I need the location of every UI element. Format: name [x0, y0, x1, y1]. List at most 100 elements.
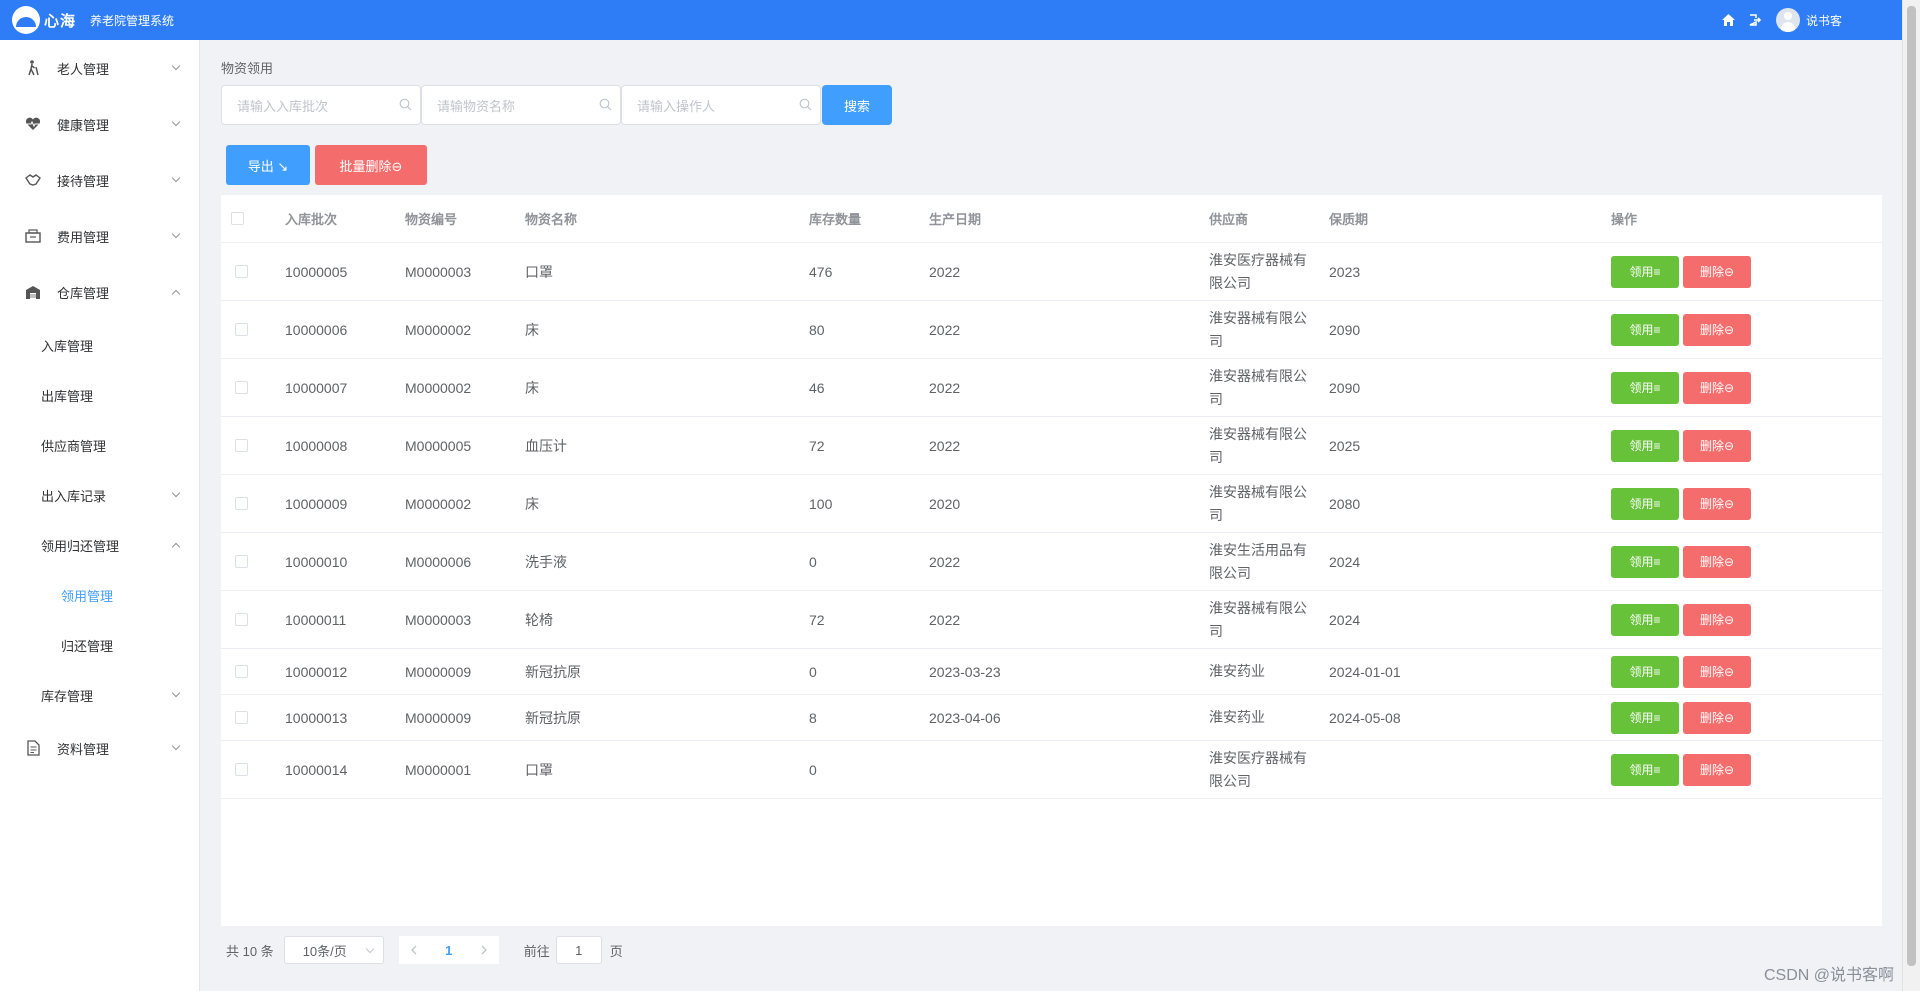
delete-button[interactable]: 删除⊖ — [1683, 255, 1751, 288]
row-checkbox[interactable] — [235, 475, 248, 532]
sidebar-item-borrow-return[interactable]: 领用归还管理 — [0, 520, 199, 570]
cell-supplier: 淮安器械有限公司 — [1209, 475, 1314, 532]
cell-name: 轮椅 — [525, 611, 553, 628]
delete-button[interactable]: 删除⊖ — [1683, 487, 1751, 520]
home-icon[interactable] — [1716, 10, 1742, 30]
scrollbar-thumb[interactable] — [1907, 6, 1916, 966]
sidebar-item-elder[interactable]: 老人管理 — [0, 40, 199, 96]
sidebar-item-supplier[interactable]: 供应商管理 — [0, 420, 199, 470]
sidebar-item-stock[interactable]: 库存管理 — [0, 670, 199, 720]
goto-page-input[interactable]: 1 — [555, 936, 602, 964]
col-batch[interactable]: 入库批次 — [285, 195, 337, 242]
supplier-text: 淮安药业 — [1209, 709, 1265, 725]
col-code[interactable]: 物资编号 — [405, 195, 457, 242]
page-number-current[interactable]: 1 — [429, 936, 469, 964]
cell-code: M0000002 — [405, 321, 472, 338]
cell-date: 2022 — [929, 263, 961, 280]
borrow-button[interactable]: 领用≡ — [1611, 487, 1679, 520]
sidebar-item-label: 领用管理 — [61, 588, 114, 604]
col-expiry[interactable]: 保质期 — [1329, 195, 1368, 242]
row-checkbox[interactable] — [235, 533, 248, 590]
col-supplier[interactable]: 供应商 — [1209, 195, 1248, 242]
heart-icon — [25, 116, 41, 132]
batch-search-input[interactable]: 请输入入库批次 — [221, 85, 421, 125]
borrow-button[interactable]: 领用≡ — [1611, 753, 1679, 786]
sidebar-item-label: 库存管理 — [41, 688, 94, 704]
row-checkbox[interactable] — [235, 301, 248, 358]
borrow-button[interactable]: 领用≡ — [1611, 313, 1679, 346]
sidebar-item-return[interactable]: 归还管理 — [0, 620, 199, 670]
borrow-button[interactable]: 领用≡ — [1611, 603, 1679, 636]
col-qty[interactable]: 库存数量 — [809, 195, 861, 242]
avatar[interactable] — [1775, 8, 1800, 32]
page-unit: 页 — [609, 943, 623, 959]
sidebar-item-docs[interactable]: 资料管理 — [0, 720, 199, 776]
sidebar-item-records[interactable]: 出入库记录 — [0, 470, 199, 520]
row-checkbox[interactable] — [235, 649, 248, 694]
col-name[interactable]: 物资名称 — [525, 195, 577, 242]
row-checkbox[interactable] — [235, 591, 248, 648]
row-checkbox[interactable] — [235, 243, 248, 300]
sidebar-item-reception[interactable]: 接待管理 — [0, 152, 199, 208]
col-date[interactable]: 生产日期 — [929, 195, 981, 242]
delete-button[interactable]: 删除⊖ — [1683, 429, 1751, 462]
cell-date: 2022 — [929, 437, 961, 454]
delete-button[interactable]: 删除⊖ — [1683, 655, 1751, 688]
table-row: 10000012 M0000009 新冠抗原 0 2023-03-23 淮安药业 2024-… — [221, 649, 1882, 695]
cell-code: M0000001 — [405, 761, 472, 778]
sidebar-item-borrow[interactable]: 领用管理 — [0, 570, 199, 620]
borrow-button[interactable]: 领用≡ — [1611, 371, 1679, 404]
select-all-checkbox[interactable] — [231, 195, 244, 242]
sidebar-item-label: 出入库记录 — [41, 488, 107, 504]
delete-button[interactable]: 删除⊖ — [1683, 603, 1751, 636]
delete-button[interactable]: 删除⊖ — [1683, 313, 1751, 346]
borrow-button[interactable]: 领用≡ — [1611, 545, 1679, 578]
borrow-button[interactable]: 领用≡ — [1611, 429, 1679, 462]
sidebar-item-outbound[interactable]: 出库管理 — [0, 370, 199, 420]
borrow-button[interactable]: 领用≡ — [1611, 701, 1679, 734]
cell-qty: 46 — [809, 379, 825, 396]
sidebar-item-health[interactable]: 健康管理 — [0, 96, 199, 152]
row-checkbox[interactable] — [235, 417, 248, 474]
borrow-button[interactable]: 领用≡ — [1611, 655, 1679, 688]
name-search-input[interactable]: 请输物资名称 — [421, 85, 621, 125]
cell-expiry: 2024-01-01 — [1329, 663, 1401, 680]
borrow-button[interactable]: 领用≡ — [1611, 255, 1679, 288]
sidebar-item-fees[interactable]: 费用管理 — [0, 208, 199, 264]
supplier-text: 淮安器械有限公司 — [1209, 367, 1307, 407]
sidebar-item-label: 资料管理 — [57, 741, 110, 757]
supplier-text: 淮安器械有限公司 — [1209, 425, 1307, 465]
row-checkbox[interactable] — [235, 695, 248, 740]
batch-placeholder: 请输入入库批次 — [237, 98, 329, 114]
cell-qty: 8 — [809, 709, 817, 726]
page-size-select[interactable]: 10条/页 — [283, 936, 384, 964]
export-button[interactable]: 导出 ↘ — [226, 145, 310, 185]
operator-search-input[interactable]: 请输入操作人 — [621, 85, 821, 125]
delete-button[interactable]: 删除⊖ — [1683, 701, 1751, 734]
delete-button[interactable]: 删除⊖ — [1683, 545, 1751, 578]
logout-icon[interactable] — [1742, 10, 1768, 30]
table-header: 入库批次 物资编号 物资名称 库存数量 生产日期 供应商 保质期 操作 — [221, 195, 1882, 243]
username[interactable]: 说书客 — [1806, 12, 1842, 29]
sidebar-item-warehouse[interactable]: 仓库管理 — [0, 264, 199, 320]
cell-code: M0000003 — [405, 263, 472, 280]
row-checkbox[interactable] — [235, 741, 248, 798]
sidebar-item-inbound[interactable]: 入库管理 — [0, 320, 199, 370]
vertical-scrollbar[interactable] — [1902, 0, 1920, 991]
cell-expiry: 2090 — [1329, 321, 1361, 338]
delete-button[interactable]: 删除⊖ — [1683, 371, 1751, 404]
next-page-button[interactable] — [468, 936, 499, 964]
page-size-value: 10条/页 — [302, 943, 347, 959]
batch-delete-button[interactable]: 批量删除⊖ — [315, 145, 427, 185]
search-icon — [599, 98, 612, 114]
supplier-text: 淮安器械有限公司 — [1209, 309, 1307, 349]
cell-code: M0000003 — [405, 611, 472, 628]
search-button[interactable]: 搜索 — [822, 85, 892, 125]
row-checkbox[interactable] — [235, 359, 248, 416]
cell-name: 洗手液 — [525, 553, 567, 570]
cell-supplier: 淮安医疗器械有限公司 — [1209, 741, 1314, 798]
system-title: 养老院管理系统 — [90, 13, 175, 28]
cell-supplier: 淮安器械有限公司 — [1209, 301, 1314, 358]
delete-button[interactable]: 删除⊖ — [1683, 753, 1751, 786]
prev-page-button[interactable] — [398, 936, 429, 964]
